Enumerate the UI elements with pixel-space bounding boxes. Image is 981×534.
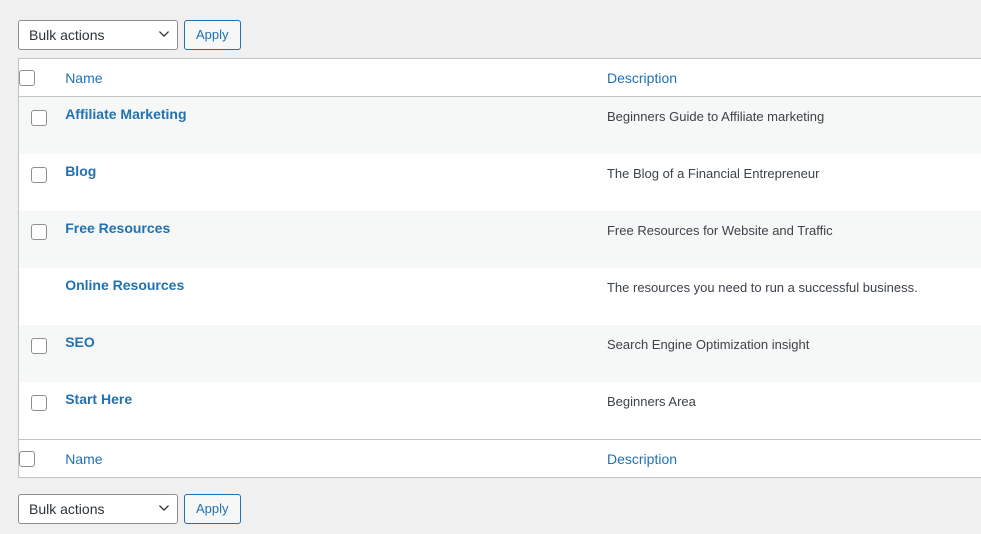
bulk-actions-select-top[interactable]: Bulk actions xyxy=(18,20,178,50)
column-footer-name-link[interactable]: Name xyxy=(65,451,102,467)
bulk-actions-select-bottom[interactable]: Bulk actions xyxy=(18,494,178,524)
column-header-description: Description xyxy=(606,59,981,97)
table-footer-row: Name Description xyxy=(19,439,981,477)
table-row: Start Here Beginners Area xyxy=(19,382,981,439)
column-footer-name: Name xyxy=(65,439,607,477)
row-checkbox-cell xyxy=(19,211,65,268)
row-name-link[interactable]: SEO xyxy=(65,334,95,350)
row-name-cell: SEO xyxy=(65,325,607,382)
row-name-link[interactable]: Blog xyxy=(65,163,96,179)
apply-button-top[interactable]: Apply xyxy=(184,20,241,50)
row-checkbox-cell xyxy=(19,325,65,382)
row-description-text: Free Resources for Website and Traffic xyxy=(606,223,833,238)
column-footer-description: Description xyxy=(606,439,981,477)
row-select-checkbox[interactable] xyxy=(31,166,47,183)
column-header-name-link[interactable]: Name xyxy=(65,70,102,86)
table-head: Name Description xyxy=(19,59,981,97)
table-body: Affiliate Marketing Beginners Guide to A… xyxy=(19,97,981,439)
row-description-cell: Free Resources for Website and Traffic xyxy=(607,211,981,268)
bulk-actions-select-top-value: Bulk actions xyxy=(29,27,105,43)
row-name-link[interactable]: Start Here xyxy=(65,391,132,407)
table-row: SEO Search Engine Optimization insight xyxy=(19,325,981,382)
column-header-description-link[interactable]: Description xyxy=(607,70,677,86)
chevron-down-icon xyxy=(159,503,169,513)
row-description-cell: The Blog of a Financial Entrepreneur xyxy=(607,154,981,211)
bulk-actions-select-bottom-value: Bulk actions xyxy=(29,501,105,517)
row-select-checkbox[interactable] xyxy=(31,337,47,354)
table-row-child: Online Resources The resources you need … xyxy=(19,268,981,325)
table-row: Free Resources Free Resources for Websit… xyxy=(19,211,981,268)
row-description-text: The Blog of a Financial Entrepreneur xyxy=(606,166,820,181)
row-description-cell: The resources you need to run a successf… xyxy=(607,268,981,325)
column-footer-description-link[interactable]: Description xyxy=(607,451,677,467)
table-row: Blog The Blog of a Financial Entrepreneu… xyxy=(19,154,981,211)
row-description-cell: Beginners Area xyxy=(607,382,981,439)
select-all-header xyxy=(19,59,66,97)
row-checkbox-cell-empty xyxy=(19,268,65,325)
row-name-link[interactable]: Free Resources xyxy=(65,220,170,236)
row-description-cell: Search Engine Optimization insight xyxy=(607,325,981,382)
row-checkbox-cell xyxy=(19,154,65,211)
row-select-checkbox[interactable] xyxy=(31,223,47,240)
row-name-link[interactable]: Online Resources xyxy=(65,277,184,293)
row-name-link[interactable]: Affiliate Marketing xyxy=(65,106,186,122)
select-all-footer xyxy=(19,439,66,477)
row-description-text: Search Engine Optimization insight xyxy=(606,337,810,352)
tablenav-top: Bulk actions Apply xyxy=(0,0,981,58)
row-name-cell: Start Here xyxy=(65,382,607,439)
categories-page: Bulk actions Apply Name Description Affi… xyxy=(0,0,981,533)
row-select-checkbox[interactable] xyxy=(31,109,47,126)
row-description-cell: Beginners Guide to Affiliate marketing xyxy=(607,97,981,154)
row-description-text: The resources you need to run a successf… xyxy=(606,280,918,295)
row-name-cell: Online Resources xyxy=(65,268,607,325)
row-checkbox-cell xyxy=(19,97,65,154)
categories-table: Name Description Affiliate Marketing Beg… xyxy=(18,58,981,478)
table-foot: Name Description xyxy=(19,439,981,477)
row-select-checkbox[interactable] xyxy=(31,394,47,411)
table-row: Affiliate Marketing Beginners Guide to A… xyxy=(19,97,981,154)
row-description-text: Beginners Guide to Affiliate marketing xyxy=(606,109,825,124)
chevron-down-icon xyxy=(159,29,169,39)
table-header-row: Name Description xyxy=(19,59,981,97)
tablenav-bottom: Bulk actions Apply xyxy=(0,478,981,534)
row-description-text: Beginners Area xyxy=(606,394,696,409)
row-name-cell: Affiliate Marketing xyxy=(65,97,607,154)
select-all-checkbox-top[interactable] xyxy=(19,69,35,86)
row-name-cell: Free Resources xyxy=(65,211,607,268)
select-all-checkbox-bottom[interactable] xyxy=(19,450,35,467)
row-name-cell: Blog xyxy=(65,154,607,211)
apply-button-bottom[interactable]: Apply xyxy=(184,494,241,524)
row-checkbox-cell xyxy=(19,382,65,439)
column-header-name: Name xyxy=(65,59,607,97)
